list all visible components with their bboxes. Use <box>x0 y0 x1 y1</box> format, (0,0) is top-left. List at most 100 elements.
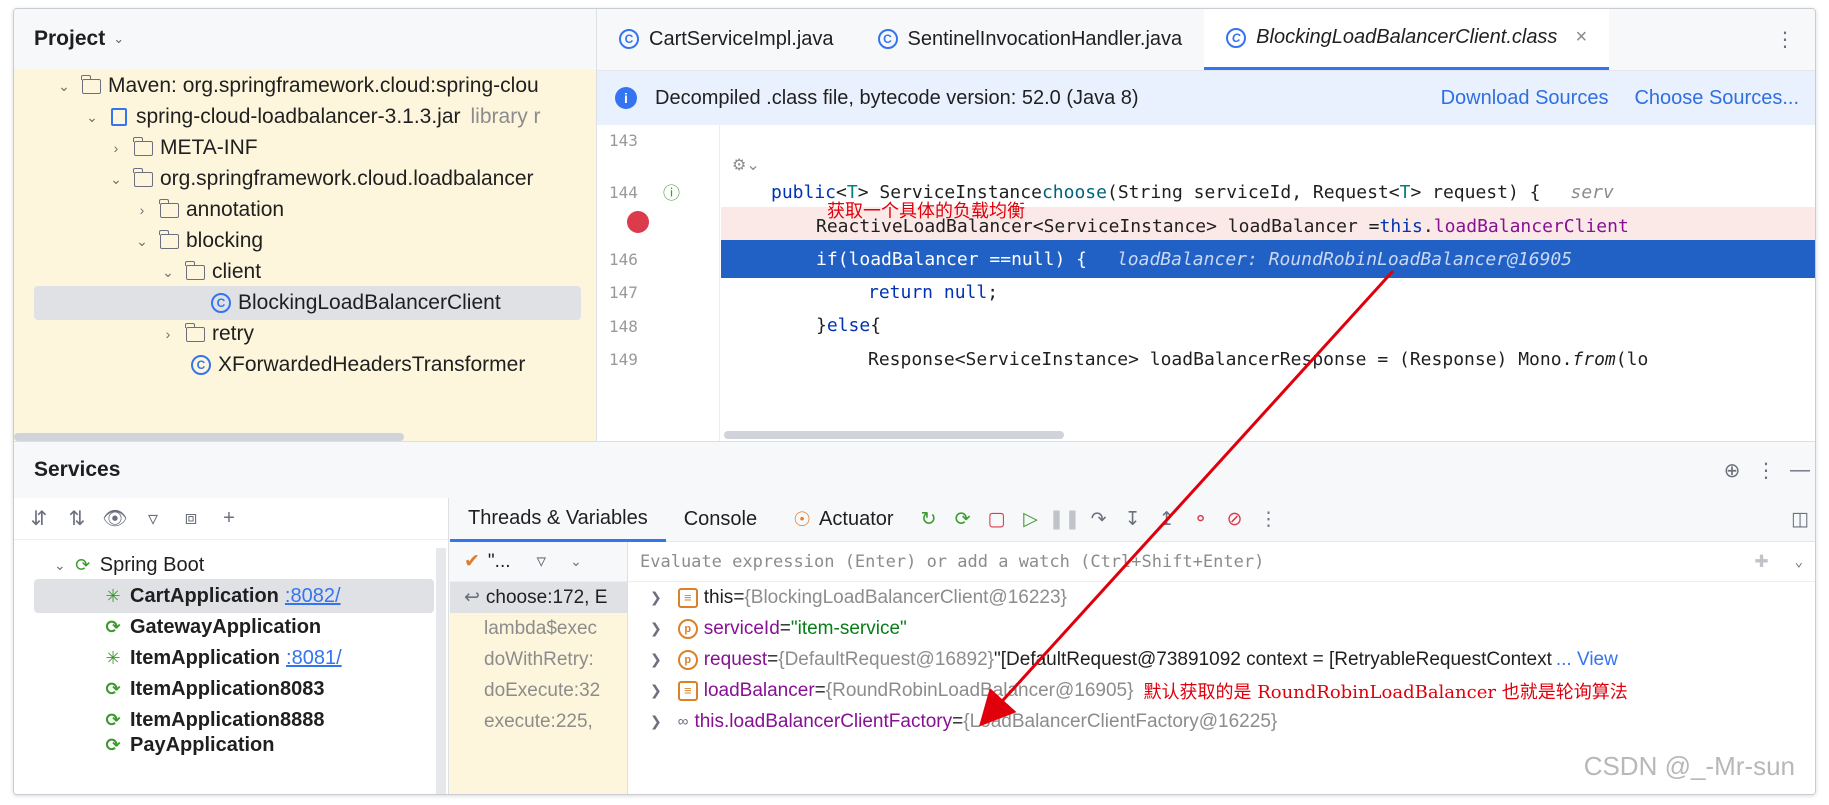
service-gateway-application[interactable]: ⟳ GatewayApplication <box>14 610 434 644</box>
more-options-icon[interactable]: ⋮ <box>1252 508 1286 531</box>
service-group-spring-boot[interactable]: ⌄ ⟳ Spring Boot <box>14 548 434 582</box>
chevron-right-icon[interactable]: ❯ <box>650 651 662 668</box>
parameter-icon: p <box>677 649 698 670</box>
eye-icon[interactable]: 👁 <box>100 506 130 531</box>
stack-frame[interactable]: doWithRetry: <box>450 644 627 675</box>
tree-node-annotation[interactable]: › annotation <box>14 193 596 227</box>
port-link[interactable]: :8081/ <box>286 647 342 670</box>
chevron-down-icon[interactable]: ⌄ <box>106 171 126 188</box>
chevron-down-icon[interactable]: ⌄ <box>570 553 582 570</box>
tab-threads-variables[interactable]: Threads & Variables <box>450 498 666 542</box>
tab-console[interactable]: Console <box>666 498 775 542</box>
layout-icon[interactable]: ◫ <box>1783 508 1815 531</box>
add-watch-icon[interactable]: ✚ <box>1754 552 1768 572</box>
service-item-application[interactable]: ✳ ItemApplication :8081/ <box>14 641 434 675</box>
vertical-scrollbar[interactable] <box>436 548 446 794</box>
annotation-note: 默认获取的是 RoundRobinLoadBalancer 也就是轮询算法 <box>1143 681 1628 703</box>
service-item-application-8083[interactable]: ⟳ ItemApplication8083 <box>14 672 434 706</box>
service-pay-application[interactable]: ⟳ PayApplication <box>14 734 434 758</box>
thread-selector[interactable]: ✔ "... ▿ ⌄ <box>450 542 627 582</box>
line-number: 143 <box>609 131 638 150</box>
choose-sources-link[interactable]: Choose Sources... <box>1634 87 1799 110</box>
folder-icon <box>184 260 206 283</box>
service-item-application-8888[interactable]: ⟳ ItemApplication8888 <box>14 703 434 737</box>
tree-node-jar[interactable]: ⌄ spring-cloud-loadbalancer-3.1.3.jar li… <box>14 100 596 134</box>
filter-icon[interactable]: ▿ <box>537 550 547 573</box>
tree-node-blocking[interactable]: ⌄ blocking <box>14 224 596 258</box>
port-link[interactable]: :8082/ <box>285 585 341 608</box>
variable-row-load-balancer[interactable]: ❯ ≡ loadBalancer = {RoundRobinLoadBalanc… <box>628 675 1815 706</box>
mute-breakpoints-icon[interactable]: ⊘ <box>1218 508 1252 531</box>
gear-icon[interactable]: ⚙⌄ <box>732 155 760 175</box>
view-breakpoints-icon[interactable]: ⚬ <box>1184 508 1218 531</box>
stack-frame[interactable]: execute:225, <box>450 706 627 737</box>
code-area[interactable]: 143 144 ⓘ 146 147 148 149 ⚙⌄ public < T > … <box>597 125 1815 441</box>
services-toolbar: ⇵ ⇅ 👁 ▿ ⧈ + <box>14 498 448 540</box>
chevron-right-icon[interactable]: ❯ <box>650 682 662 699</box>
view-link[interactable]: ... View <box>1556 649 1618 671</box>
tree-node-blocking-load-balancer-client[interactable]: C BlockingLoadBalancerClient <box>34 286 581 320</box>
filter-icon[interactable]: ▿ <box>138 506 168 531</box>
variable-row-service-id[interactable]: ❯ p serviceId = "item-service" <box>628 613 1815 644</box>
folder-icon <box>132 167 154 190</box>
annotation-note: 获取一个具体的负载均衡 <box>827 201 1025 222</box>
implements-method-icon[interactable]: ⓘ <box>663 179 680 204</box>
breakpoint-icon[interactable] <box>627 211 649 233</box>
add-icon[interactable]: + <box>214 507 244 530</box>
minimize-icon[interactable]: — <box>1783 459 1815 482</box>
horizontal-scrollbar[interactable] <box>724 431 1064 439</box>
pause-icon[interactable]: ❚❚ <box>1048 508 1082 531</box>
tab-blocking-load-balancer-client[interactable]: C BlockingLoadBalancerClient.class × <box>1204 9 1610 70</box>
chevron-right-icon[interactable]: ❯ <box>650 713 662 730</box>
chevron-right-icon[interactable]: › <box>158 326 178 342</box>
more-options-icon[interactable]: ⋮ <box>1753 9 1815 70</box>
more-options-icon[interactable]: ⋮ <box>1749 458 1783 483</box>
variable-row-request[interactable]: ❯ p request = {DefaultRequest@16892} "[D… <box>628 644 1815 675</box>
tab-sentinel-invocation-handler[interactable]: C SentinelInvocationHandler.java <box>856 9 1205 70</box>
line-gutter[interactable]: 143 144 ⓘ 146 147 148 149 <box>597 125 720 441</box>
stack-frame[interactable]: doExecute:32 <box>450 675 627 706</box>
chevron-down-icon[interactable]: ⌄ <box>54 78 74 95</box>
new-service-icon[interactable]: ⧈ <box>176 507 206 530</box>
project-panel-header[interactable]: Project ⌄ <box>14 9 596 69</box>
expand-all-icon[interactable]: ⇵ <box>24 506 54 531</box>
tree-node-retry[interactable]: › retry <box>14 317 596 351</box>
download-sources-link[interactable]: Download Sources <box>1441 87 1609 110</box>
tree-node-xforwarded[interactable]: C XForwardedHeadersTransformer <box>14 348 596 382</box>
tree-node-maven[interactable]: ⌄ Maven: org.springframework.cloud:sprin… <box>14 69 596 103</box>
variable-row-this[interactable]: ❯ ≡ this = {BlockingLoadBalancerClient@1… <box>628 582 1815 613</box>
chevron-down-icon[interactable]: ⌄ <box>1795 554 1803 570</box>
stack-frame[interactable]: lambda$exec <box>450 613 627 644</box>
chevron-right-icon[interactable]: ❯ <box>650 620 662 637</box>
chevron-down-icon[interactable]: ⌄ <box>54 557 66 574</box>
rerun-icon[interactable]: ↻ <box>912 508 946 531</box>
chevron-down-icon[interactable]: ⌄ <box>132 233 152 250</box>
tab-cart-service-impl[interactable]: C CartServiceImpl.java <box>597 9 856 70</box>
chevron-right-icon[interactable]: ❯ <box>650 589 662 606</box>
close-icon[interactable]: × <box>1575 26 1587 49</box>
variable-row-load-balancer-client-factory[interactable]: ❯ ∞ this.loadBalancerClientFactory = {Lo… <box>628 706 1815 737</box>
chevron-down-icon[interactable]: ⌄ <box>82 109 102 126</box>
rerun-debug-icon[interactable]: ⟳ <box>946 508 980 531</box>
chevron-right-icon[interactable]: › <box>106 140 126 156</box>
collapse-all-icon[interactable]: ⇅ <box>62 506 92 531</box>
horizontal-scrollbar[interactable] <box>14 433 404 441</box>
step-out-icon[interactable]: ↥ <box>1150 508 1184 531</box>
tree-node-client[interactable]: ⌄ client <box>14 255 596 289</box>
chevron-down-icon[interactable]: ⌄ <box>158 264 178 281</box>
tree-node-package[interactable]: ⌄ org.springframework.cloud.loadbalancer <box>14 162 596 196</box>
locate-icon[interactable]: ⊕ <box>1715 458 1749 483</box>
services-panel: Services ⊕ ⋮ — ⇵ ⇅ 👁 ▿ ⧈ + ⌄ ⟳ Spring Bo… <box>14 441 1815 794</box>
stack-frame[interactable]: ↩ choose:172, E <box>450 582 627 613</box>
step-over-icon[interactable]: ↷ <box>1082 508 1116 531</box>
stop-icon[interactable]: ▢ <box>980 508 1014 531</box>
step-into-icon[interactable]: ↧ <box>1116 508 1150 531</box>
evaluate-expression-input[interactable]: Evaluate expression (Enter) or add a wat… <box>628 542 1815 582</box>
debugger-tabs: Threads & Variables Console ☉ Actuator ↻… <box>450 498 1815 542</box>
resume-icon[interactable]: ▷ <box>1014 508 1048 531</box>
chevron-right-icon[interactable]: › <box>132 202 152 218</box>
tree-node-meta-inf[interactable]: › META-INF <box>14 131 596 165</box>
service-cart-application[interactable]: ✳ CartApplication :8082/ <box>34 579 434 613</box>
tab-actuator[interactable]: ☉ Actuator <box>775 498 911 542</box>
chevron-down-icon[interactable]: ⌄ <box>113 31 124 47</box>
